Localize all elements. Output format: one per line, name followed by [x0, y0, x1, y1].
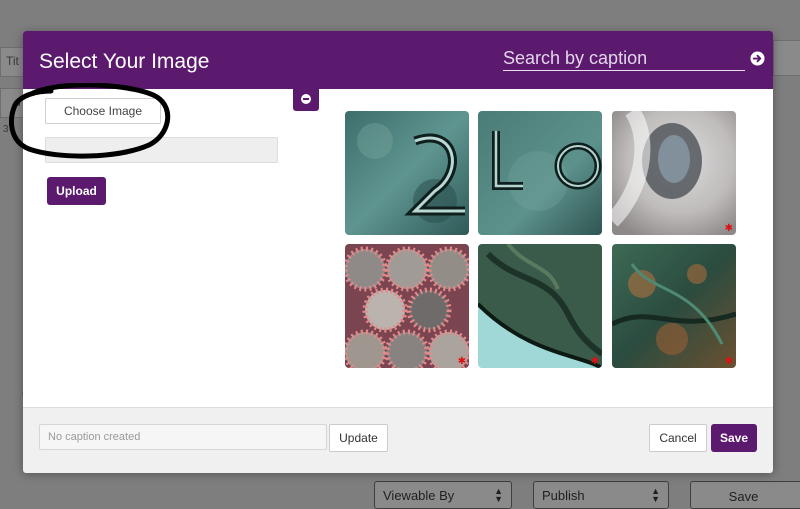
select-arrows-icon: ▲ ▼: [494, 486, 503, 504]
thumbnail-image: [612, 244, 736, 368]
thumbnail-image: [478, 244, 602, 368]
bg-right-field: [773, 40, 800, 76]
collapse-panel-tab[interactable]: [293, 89, 319, 111]
minus-circle-icon: [301, 94, 311, 104]
thumbnail-image: [345, 111, 469, 235]
thumbnail-image: [478, 111, 602, 235]
image-thumbnail-5[interactable]: ✱: [478, 244, 602, 368]
flag-marker-icon: ✱: [724, 223, 733, 234]
thumbnail-image: [345, 244, 469, 368]
caption-field[interactable]: [39, 424, 327, 450]
search-wrapper: [503, 46, 745, 71]
image-thumbnail-3[interactable]: ✱: [612, 111, 736, 235]
viewable-by-label: Viewable By: [383, 488, 455, 503]
modal-footer: Update Cancel Save: [23, 407, 773, 473]
update-button[interactable]: Update: [329, 424, 388, 452]
flag-marker-icon: ✱: [590, 356, 599, 367]
flag-marker-icon: ✱: [724, 356, 733, 367]
flag-marker-icon: ✱: [457, 356, 466, 367]
save-button[interactable]: Save: [711, 424, 757, 452]
image-thumbnail-1[interactable]: [345, 111, 469, 235]
arrow-right-circle-icon[interactable]: [750, 51, 765, 66]
search-caption-input[interactable]: [503, 46, 745, 70]
modal-header: Select Your Image: [23, 31, 773, 89]
select-arrows-icon: ▲ ▼: [651, 486, 660, 504]
publish-label: Publish: [542, 488, 585, 503]
select-image-modal: Select Your Image Choose Image Upload: [9, 31, 773, 473]
image-thumbnail-4[interactable]: ✱: [345, 244, 469, 368]
cancel-button[interactable]: Cancel: [649, 424, 707, 452]
thumbnail-image: [612, 111, 736, 235]
image-thumbnail-6[interactable]: ✱: [612, 244, 736, 368]
hand-drawn-circle-annotation: [9, 83, 171, 159]
image-thumbnail-2[interactable]: [478, 111, 602, 235]
bg-title-label: Tit: [6, 54, 19, 68]
upload-button[interactable]: Upload: [47, 177, 106, 205]
bg-save-label: Save: [728, 489, 759, 504]
modal-title: Select Your Image: [39, 50, 210, 73]
